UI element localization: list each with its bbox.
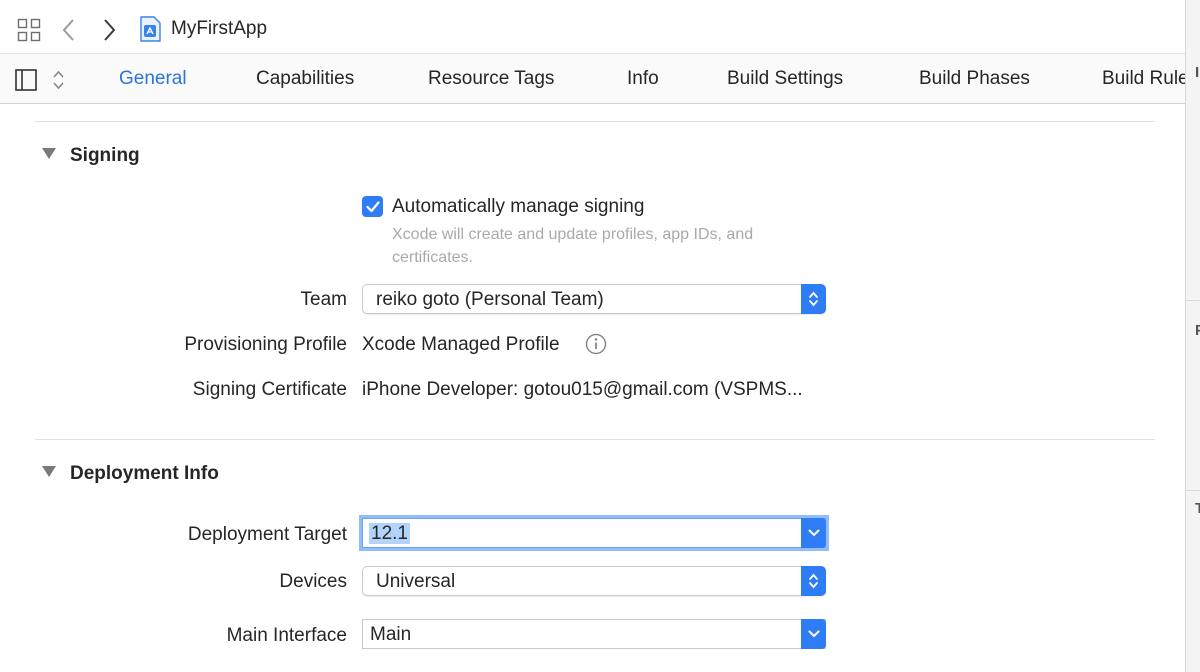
signing-certificate-value: iPhone Developer: gotou015@gmail.com (VS… — [362, 379, 803, 400]
inspector-label: I — [1195, 64, 1200, 81]
section-divider — [35, 121, 1155, 122]
tab-general[interactable]: General — [119, 68, 187, 90]
tab-info[interactable]: Info — [627, 68, 659, 90]
info-circle-icon[interactable] — [585, 333, 607, 360]
provisioning-profile-label: Provisioning Profile — [184, 334, 347, 355]
devices-label: Devices — [279, 571, 347, 592]
auto-manage-signing-hint: Xcode will create and update profiles, a… — [392, 226, 754, 266]
updown-stepper-icon — [801, 566, 826, 596]
inspector-label: T — [1195, 500, 1200, 517]
deployment-target-combo[interactable]: 12.1 — [362, 518, 826, 548]
inspector-divider — [1186, 300, 1200, 301]
inspector-panel: I P T — [1185, 0, 1200, 672]
tab-build-settings[interactable]: Build Settings — [727, 68, 843, 90]
deployment-target-label: Deployment Target — [187, 524, 347, 545]
devices-value: Universal — [376, 571, 456, 592]
target-selector-icon[interactable] — [52, 69, 65, 96]
section-divider — [35, 439, 1155, 440]
provisioning-profile-value: Xcode Managed Profile — [362, 334, 560, 355]
deployment-target-value[interactable]: 12.1 — [369, 523, 410, 544]
inspector-divider — [1186, 490, 1200, 491]
back-chevron-icon[interactable] — [62, 18, 76, 47]
updown-stepper-icon — [801, 284, 826, 314]
related-items-grid-icon[interactable] — [17, 18, 41, 47]
hide-sidebar-icon[interactable] — [15, 69, 37, 96]
auto-manage-signing-checkbox[interactable] — [362, 196, 383, 217]
chevron-down-icon[interactable] — [801, 619, 826, 649]
project-name[interactable]: MyFirstApp — [171, 18, 267, 40]
tab-capabilities[interactable]: Capabilities — [256, 68, 354, 90]
inspector-label: P — [1195, 322, 1200, 339]
team-value: reiko goto (Personal Team) — [376, 289, 604, 310]
deployment-section-title: Deployment Info — [70, 463, 219, 484]
deployment-section-header[interactable]: Deployment Info — [42, 463, 219, 485]
chevron-down-icon[interactable] — [801, 518, 826, 548]
disclosure-triangle-icon[interactable] — [42, 148, 56, 159]
checkmark-icon — [365, 200, 380, 212]
forward-chevron-icon[interactable] — [102, 18, 116, 47]
signing-section-header[interactable]: Signing — [42, 145, 140, 167]
auto-manage-signing-label[interactable]: Automatically manage signing — [392, 196, 644, 218]
path-bar: MyFirstApp — [0, 0, 1200, 54]
devices-popup[interactable]: Universal — [362, 566, 826, 596]
main-interface-combo[interactable]: Main — [362, 619, 826, 649]
signing-section-title: Signing — [70, 145, 140, 166]
signing-certificate-label: Signing Certificate — [192, 379, 347, 400]
tab-resource-tags[interactable]: Resource Tags — [428, 68, 554, 90]
project-file-icon — [139, 16, 161, 47]
team-label: Team — [300, 289, 347, 310]
main-interface-label: Main Interface — [226, 625, 347, 646]
disclosure-triangle-icon[interactable] — [42, 466, 56, 477]
main-interface-value[interactable]: Main — [370, 624, 411, 646]
team-popup[interactable]: reiko goto (Personal Team) — [362, 284, 826, 314]
tab-build-rules[interactable]: Build Rule — [1102, 68, 1189, 90]
tab-build-phases[interactable]: Build Phases — [919, 68, 1030, 90]
editor-tab-bar: General Capabilities Resource Tags Info … — [0, 54, 1200, 104]
